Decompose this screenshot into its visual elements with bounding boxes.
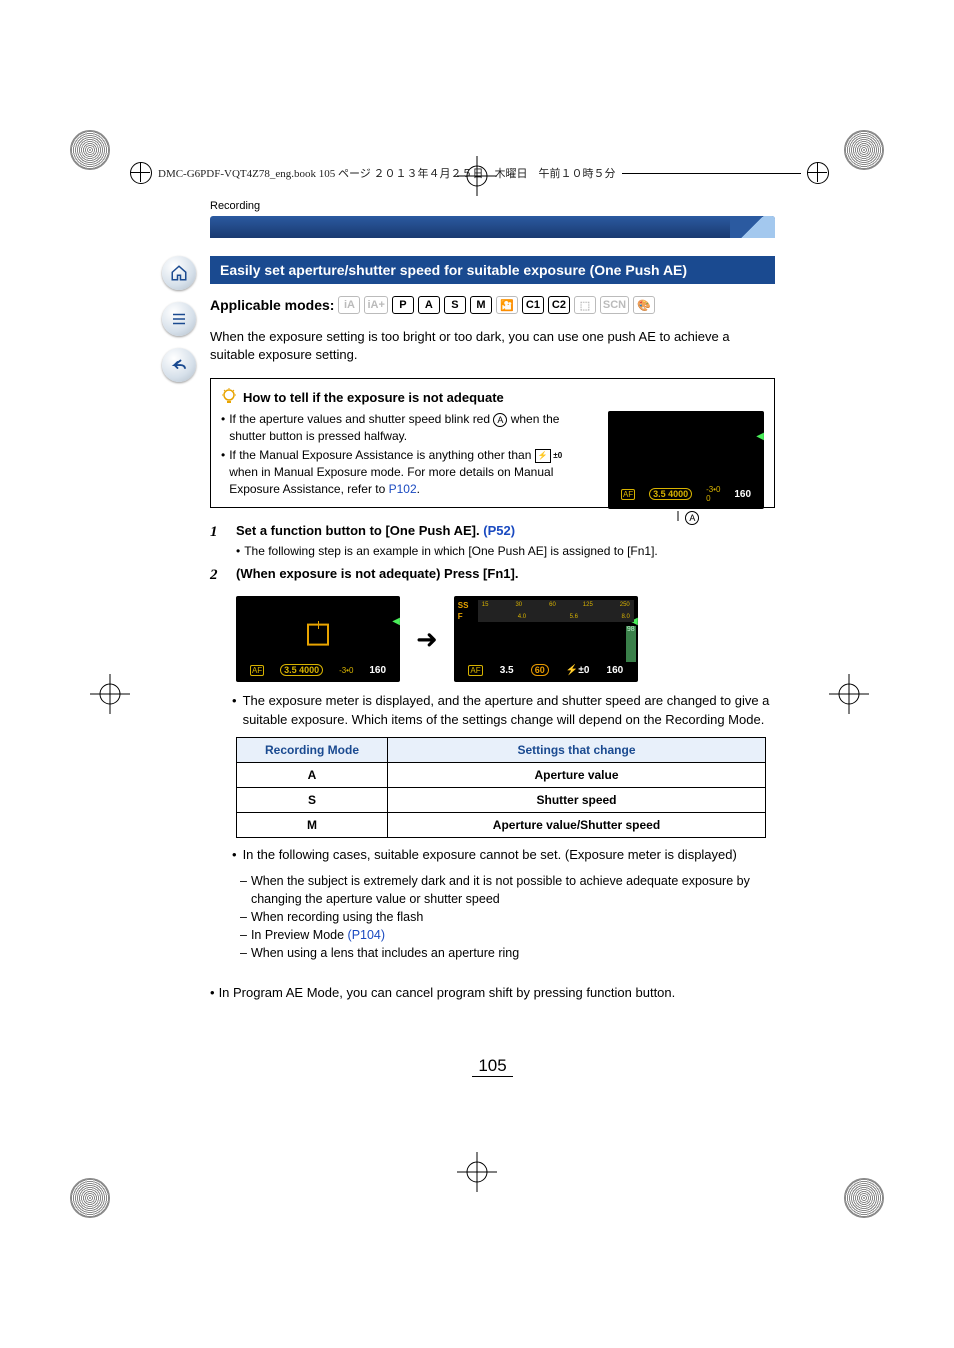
crop-mark [70, 130, 110, 170]
caret-icon: ◀ [392, 616, 400, 627]
crop-mark [844, 1178, 884, 1218]
applicable-modes-row: Applicable modes: iA iA+ P A S M 🎦 C1 C2… [210, 296, 775, 314]
link-p102[interactable]: P102 [389, 482, 417, 496]
lcd-before: ◀ AF 3.5 4000 -3•0 160 [236, 596, 400, 682]
step-1: 1 Set a function button to [One Push AE]… [210, 522, 775, 559]
side-nav [162, 256, 196, 382]
target-icon [807, 162, 829, 184]
table-row: S Shutter speed [237, 787, 766, 812]
mode-panorama-icon: ⬚ [574, 296, 596, 314]
count-readout: 160 [369, 665, 386, 676]
list-icon [170, 310, 188, 328]
table-header-change: Settings that change [388, 737, 766, 762]
target-icon [130, 162, 152, 184]
step-number: 1 [210, 522, 222, 559]
home-icon [170, 264, 188, 282]
remaining-badge: 98 [626, 626, 636, 662]
shutter-readout: 60 [531, 664, 549, 676]
limitations-list: –When the subject is extremely dark and … [240, 872, 775, 963]
info-bullet-1: • If the aperture values and shutter spe… [221, 411, 581, 445]
table-header-mode: Recording Mode [237, 737, 388, 762]
settings-table: Recording Mode Settings that change A Ap… [236, 737, 766, 838]
ev-icon: ⚡ [535, 449, 551, 463]
link-p52[interactable]: (P52) [483, 523, 515, 538]
page-title: Easily set aperture/shutter speed for su… [210, 256, 775, 284]
exposure-meter: 153060125250 4.05.68.0 [478, 600, 634, 622]
step-1-sub: The following step is an example in whic… [244, 543, 658, 560]
aperture-shutter-readout: 3.5 4000 [280, 664, 323, 676]
crop-mark [844, 130, 884, 170]
mode-ia-icon: iA [338, 296, 360, 314]
info-heading: How to tell if the exposure is not adequ… [243, 390, 504, 405]
ev-zero-icon: ±0 [551, 450, 565, 462]
step-2: 2 (When exposure is not adequate) Press … [210, 565, 775, 586]
mode-m-icon: M [470, 296, 492, 314]
before-after-row: ◀ AF 3.5 4000 -3•0 160 ➜ ◀ SSF 15306 [236, 596, 775, 682]
step-2-text: (When exposure is not adequate) Press [F… [236, 566, 518, 581]
mode-scene-icon: SCN [600, 296, 629, 314]
page-number: 105 [472, 1056, 512, 1077]
result-note: •The exposure meter is displayed, and th… [232, 692, 775, 728]
header-filename: DMC-G6PDF-VQT4Z78_eng.book 105 ページ ２０１３年… [158, 165, 616, 181]
ss-f-label: SSF [458, 600, 474, 622]
callout-a-label: A [608, 511, 764, 525]
mode-s-icon: S [444, 296, 466, 314]
aperture-readout: 3.5 [500, 665, 514, 676]
registration-mark [829, 674, 869, 714]
arrow-right-icon: ➜ [416, 624, 438, 655]
lcd-after: ◀ SSF 153060125250 4.05.68.0 98 AF 3.5 [454, 596, 638, 682]
back-arrow-icon [170, 356, 188, 374]
count-readout: 160 [734, 489, 751, 500]
callout-a-inline: A [493, 413, 507, 427]
intro-text: When the exposure setting is too bright … [210, 328, 775, 364]
mode-c1-icon: C1 [522, 296, 544, 314]
link-p104[interactable]: (P104) [348, 928, 386, 942]
table-row: M Aperture value/Shutter speed [237, 812, 766, 837]
step-1-text: Set a function button to [One Push AE]. [236, 523, 483, 538]
ev-readout: ⚡±0 [566, 665, 590, 676]
caret-icon: ◀ [756, 431, 764, 442]
mode-creative-icon: 🎨 [633, 296, 655, 314]
info-box: How to tell if the exposure is not adequ… [210, 378, 775, 508]
step-number: 2 [210, 565, 222, 586]
mode-a-icon: A [418, 296, 440, 314]
mode-iaplus-icon: iA+ [364, 296, 387, 314]
section-tab-bar [210, 216, 775, 238]
registration-mark [457, 1152, 497, 1192]
af-icon: AF [621, 489, 635, 500]
nav-contents-button[interactable] [162, 302, 196, 336]
count-readout: 160 [607, 665, 624, 676]
table-row: A Aperture value [237, 762, 766, 787]
section-label: Recording [210, 200, 775, 212]
mode-p-icon: P [392, 296, 414, 314]
mode-movie-icon: 🎦 [496, 296, 518, 314]
af-icon: AF [250, 665, 264, 676]
print-header: DMC-G6PDF-VQT4Z78_eng.book 105 ページ ２０１３年… [130, 162, 829, 184]
crop-mark [70, 1178, 110, 1218]
info-bullet-2: • If the Manual Exposure Assistance is a… [221, 447, 581, 497]
nav-home-button[interactable] [162, 256, 196, 290]
lightbulb-icon [221, 387, 237, 407]
nav-back-button[interactable] [162, 348, 196, 382]
footnote: •In Program AE Mode, you can cancel prog… [210, 985, 775, 1000]
applicable-modes-label: Applicable modes: [210, 297, 334, 313]
registration-mark [90, 674, 130, 714]
example-lcd-a: ◀ AF 3.5 4000 -3•00 160 A [608, 411, 764, 525]
mode-c2-icon: C2 [548, 296, 570, 314]
exposure-scale-icon: -3•0 [339, 666, 353, 675]
limitations-note: •In the following cases, suitable exposu… [232, 846, 775, 864]
aperture-shutter-readout: 3.5 4000 [649, 488, 692, 500]
exposure-scale-icon: -3•00 [706, 485, 720, 503]
af-icon: AF [468, 665, 482, 676]
